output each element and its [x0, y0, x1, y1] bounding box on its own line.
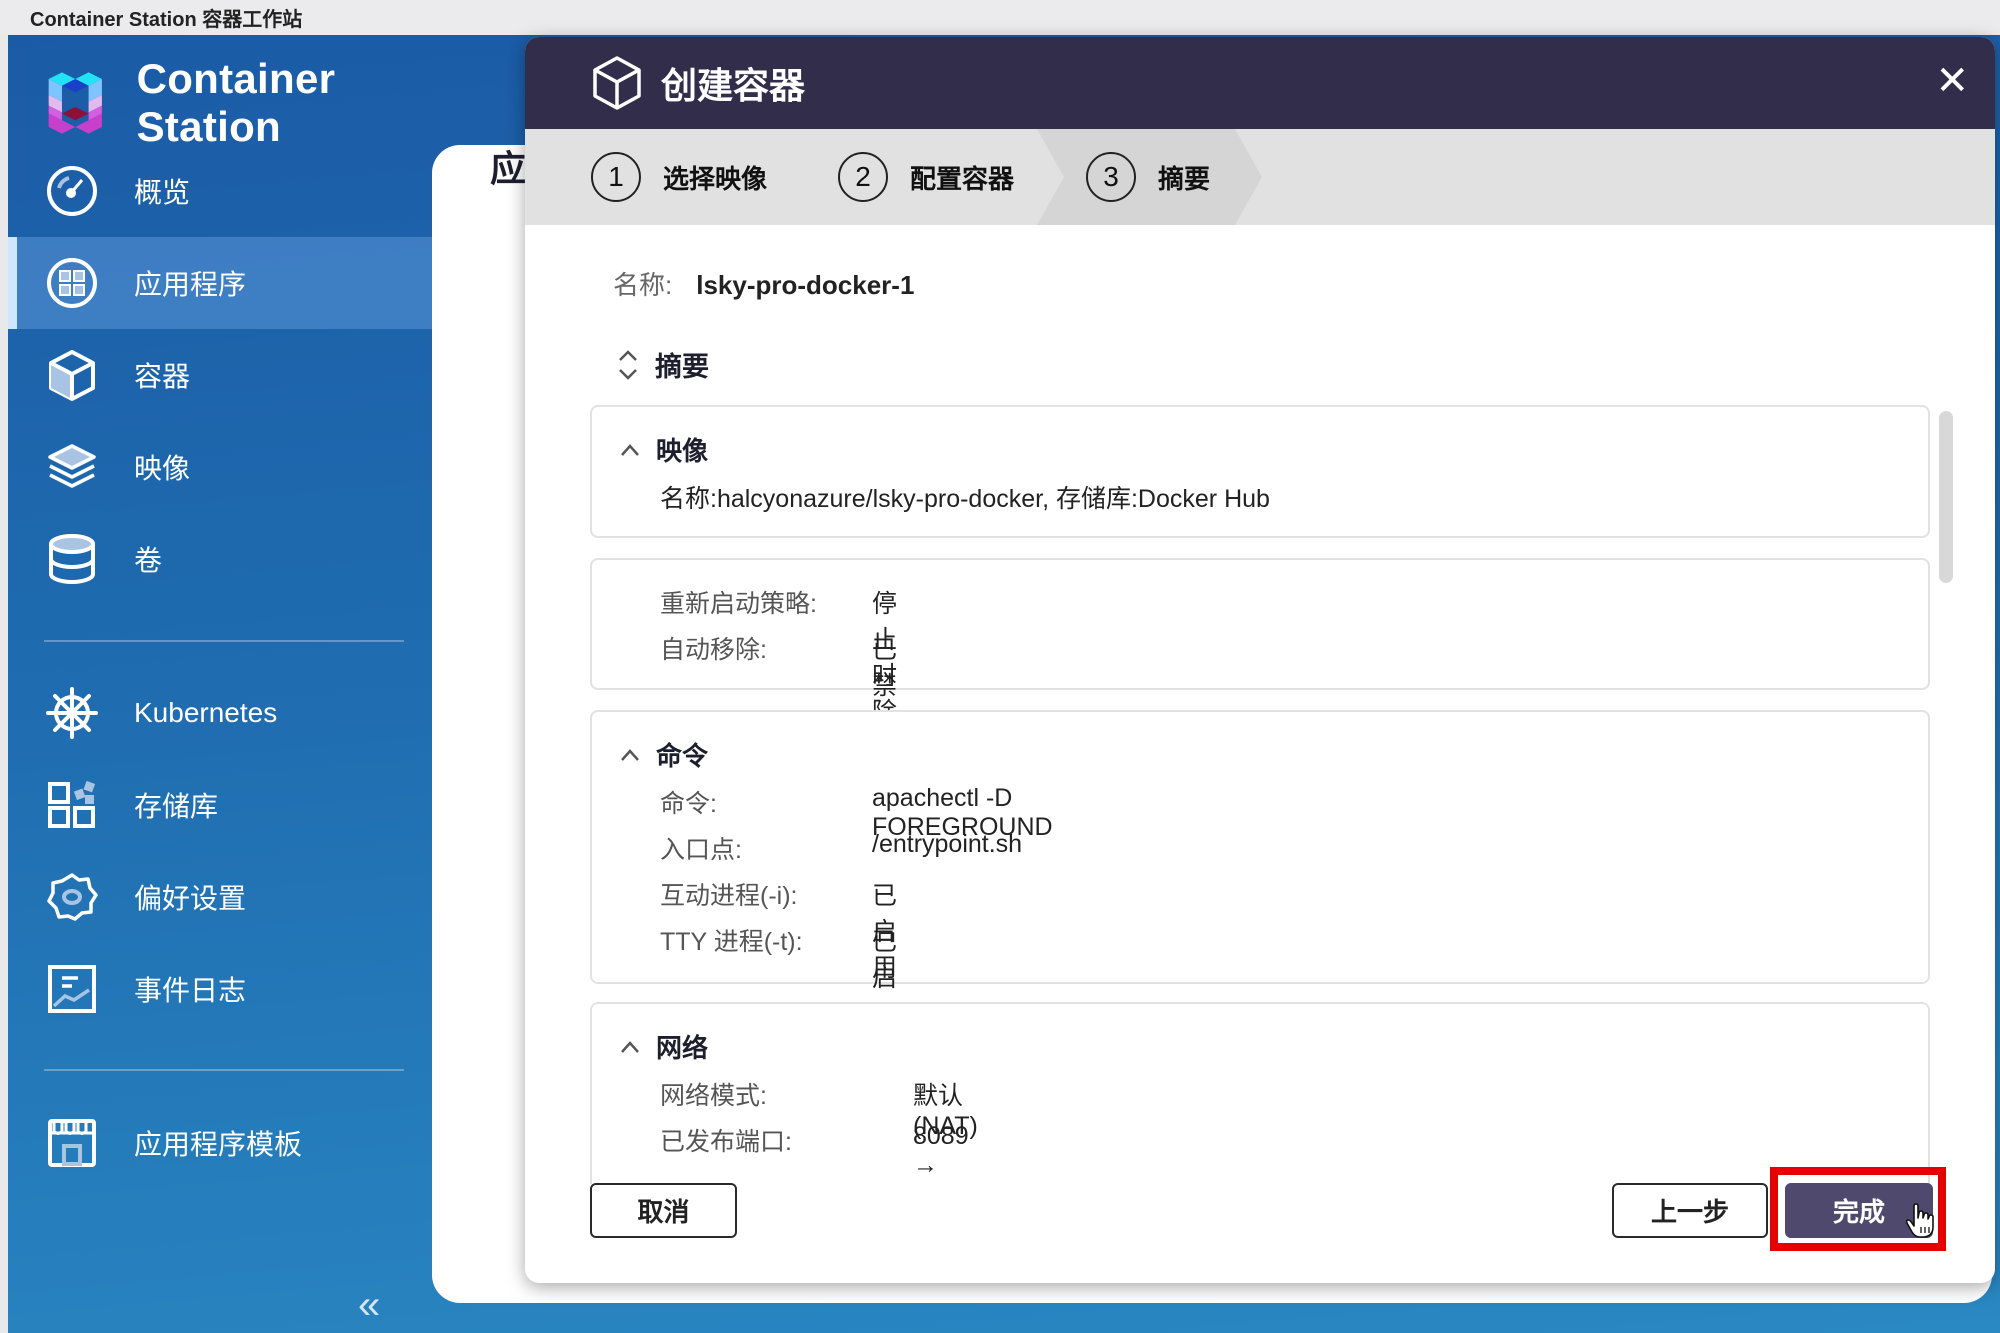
sidebar-item-label: 应用程序模板 [134, 1129, 303, 1160]
chevron-up-icon [621, 748, 639, 761]
policy-section-card: 重新启动策略: 停止时除外 自动移除: 已禁用 [590, 558, 1930, 762]
kv-row: 入口点: /entrypoint.sh [660, 830, 1022, 866]
sidebar-item-label: 映像 [134, 453, 191, 484]
brand-title: Container Station [136, 55, 336, 150]
window-title: Container Station 容器工作站 [0, 0, 2000, 35]
field-label: 已发布端口: [660, 1128, 792, 1156]
section-title: 网络 [656, 1033, 709, 1063]
cube-icon [593, 56, 641, 110]
step-summary: 3 摘要 [1086, 129, 1210, 225]
dialog-title: 创建容器 [661, 65, 806, 106]
sidebar-item-app-templates[interactable]: 应用程序模板 [8, 1097, 432, 1189]
helm-wheel-icon [44, 685, 100, 741]
kv-row: 互动进程(-i): 已启用 [660, 876, 897, 982]
image-section-header[interactable]: 映像 [620, 431, 708, 468]
sidebar-item-label: 存储库 [134, 791, 219, 822]
kv-row: 已发布端口: 8089 → 80/TCP [660, 1122, 998, 1184]
wizard-stepper: 1 选择映像 2 配置容器 3 摘要 [525, 129, 1995, 225]
step-number: 1 [591, 152, 641, 202]
network-section-header[interactable]: 网络 [620, 1028, 708, 1065]
sidebar-item-applications[interactable]: 应用程序 [8, 237, 432, 329]
hand-cursor-icon [1905, 1203, 1934, 1238]
sidebar-item-repositories[interactable]: 存储库 [8, 759, 432, 851]
container-name-value: lsky-pro-docker-1 [696, 270, 915, 300]
chevron-up-icon [621, 1040, 639, 1053]
sidebar-item-overview[interactable]: 概览 [8, 145, 432, 237]
step-number: 2 [838, 152, 888, 202]
step-configure-container: 2 配置容器 [838, 129, 1014, 225]
kv-row: 网络模式: 默认(NAT) [660, 1076, 978, 1140]
create-container-dialog: 创建容器 ✕ 1 选择映像 2 配置容器 3 摘要 名称: lsky-pro-do… [525, 37, 1995, 1283]
image-section-card: 映像 名称:halcyonazure/lsky-pro-docker, 存储库:… [590, 405, 1930, 538]
gauge-icon [44, 163, 100, 219]
sidebar-item-label: 容器 [134, 361, 191, 392]
sidebar: Container Station 概览 应用程序 容器 映像 卷 Kubern… [8, 35, 432, 1333]
expand-collapse-icon [619, 349, 637, 380]
sidebar-item-label: 概览 [134, 177, 191, 208]
cube-icon [44, 347, 100, 403]
container-name-row: 名称: lsky-pro-docker-1 [613, 265, 914, 302]
brand: Container Station [42, 55, 432, 151]
field-label: 互动进程(-i): [660, 882, 798, 910]
network-section-card: 网络 网络模式: 默认(NAT) 已发布端口: 8089 → 80/TCP [590, 1002, 1930, 1184]
section-title: 命令 [656, 741, 709, 771]
field-label: 重新启动策略: [660, 590, 817, 618]
step-label: 配置容器 [910, 163, 1015, 194]
kv-row: TTY 进程(-t): 已启用 [660, 922, 897, 1028]
sidebar-item-label: 卷 [134, 545, 163, 576]
step-label: 摘要 [1158, 163, 1211, 194]
dialog-header: 创建容器 ✕ [525, 37, 1995, 129]
chevron-up-icon [621, 443, 639, 456]
kv-row: 重新启动策略: 停止时除外 [660, 584, 897, 762]
kv-row: 命令: apachectl -D FOREGROUND [660, 784, 1053, 841]
field-label: TTY 进程(-t): [660, 928, 803, 956]
repository-icon [44, 777, 100, 833]
apps-grid-icon [44, 255, 100, 311]
sidebar-item-volumes[interactable]: 卷 [8, 513, 432, 605]
collapse-sidebar-icon[interactable]: « [358, 1283, 380, 1328]
settings-icon [44, 869, 100, 925]
field-label: 自动移除: [660, 636, 767, 664]
sidebar-item-label: 事件日志 [134, 975, 247, 1006]
step-select-image: 1 选择映像 [591, 129, 767, 225]
name-label: 名称: [613, 270, 673, 300]
image-details: 名称:halcyonazure/lsky-pro-docker, 存储库:Doc… [660, 485, 1270, 513]
summary-toggle[interactable]: 摘要 [617, 345, 709, 384]
section-title: 映像 [656, 436, 709, 466]
command-section-card: 命令 命令: apachectl -D FOREGROUND 入口点: /ent… [590, 710, 1930, 1028]
main-heading: 应 [490, 148, 527, 189]
sidebar-item-preferences[interactable]: 偏好设置 [8, 851, 432, 943]
cancel-button[interactable]: 取消 [590, 1183, 737, 1238]
container-station-logo-icon [48, 72, 102, 134]
close-button[interactable]: ✕ [1935, 61, 1969, 101]
field-value: 8089 → 80/TCP [913, 1122, 998, 1184]
sidebar-divider [44, 640, 404, 642]
sidebar-item-label: Kubernetes [134, 697, 278, 728]
command-section-header[interactable]: 命令 [620, 736, 708, 773]
scroll-clip: 网络 网络模式: 默认(NAT) 已发布端口: 8089 → 80/TCP [525, 1002, 1995, 1184]
sidebar-item-kubernetes[interactable]: Kubernetes [8, 667, 432, 759]
step-label: 选择映像 [663, 163, 768, 194]
back-button[interactable]: 上一步 [1612, 1183, 1768, 1238]
sidebar-item-event-log[interactable]: 事件日志 [8, 943, 432, 1035]
scrollbar-thumb[interactable] [1939, 411, 1953, 583]
kv-row: 自动移除: 已禁用 [660, 630, 897, 736]
field-label: 网络模式: [660, 1082, 767, 1110]
sidebar-item-containers[interactable]: 容器 [8, 329, 432, 421]
sidebar-item-images[interactable]: 映像 [8, 421, 432, 513]
field-label: 入口点: [660, 836, 742, 864]
database-icon [44, 531, 100, 587]
summary-label: 摘要 [655, 352, 709, 382]
field-value: /entrypoint.sh [872, 830, 1023, 858]
sidebar-item-label: 偏好设置 [134, 883, 247, 914]
sidebar-item-label: 应用程序 [134, 269, 247, 300]
sidebar-divider [44, 1069, 404, 1071]
step-number: 3 [1086, 152, 1136, 202]
event-log-icon [44, 961, 100, 1017]
field-label: 命令: [660, 790, 717, 818]
store-template-icon [44, 1115, 100, 1171]
layers-icon [44, 439, 100, 495]
